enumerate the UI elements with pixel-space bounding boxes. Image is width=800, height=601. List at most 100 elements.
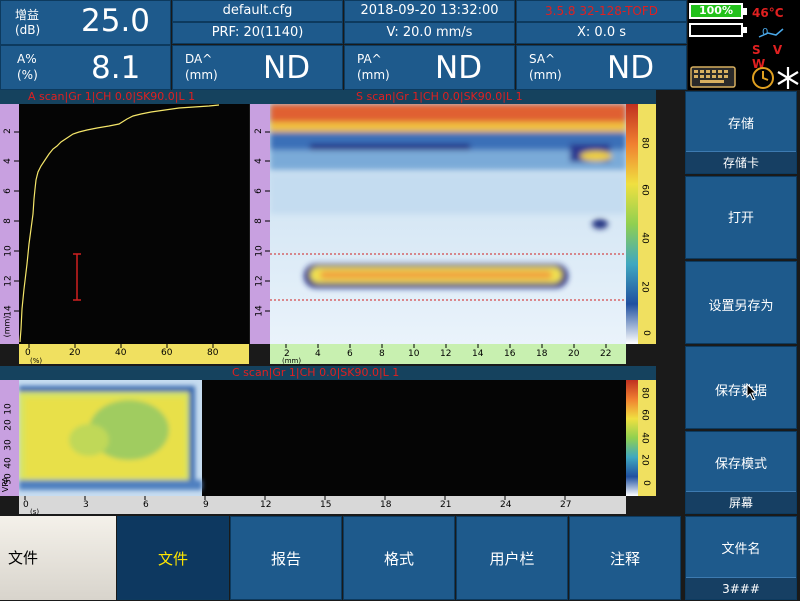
cscan-cbar-40: 40 bbox=[639, 432, 650, 444]
cscan-title-strip: C scan|Gr 1|CH 0.0|SK90.0|L 1 bbox=[0, 366, 656, 380]
velocity-cell: V: 20.0 mm/s bbox=[344, 22, 515, 44]
pa-value: ND bbox=[435, 50, 483, 86]
cscan-vtick-10: 10 bbox=[3, 403, 14, 415]
save-storage-sub: 存储卡 bbox=[686, 151, 796, 173]
cscan-vunit: VPA bbox=[1, 476, 11, 493]
save-as-label: 设置另存为 bbox=[708, 299, 774, 314]
cscan-htick-12: 12 bbox=[260, 500, 272, 510]
cscan-htick-0: 0 bbox=[23, 500, 29, 510]
mouse-cursor-icon bbox=[746, 383, 758, 401]
gain-cell[interactable]: 增益 (dB) 25.0 bbox=[0, 0, 171, 45]
file-name-button[interactable]: 文件名 3### bbox=[685, 516, 797, 600]
velocity-value: V: 20.0 mm/s bbox=[386, 25, 473, 40]
save-as-button[interactable]: 设置另存为 bbox=[685, 261, 797, 344]
sscan-vtick-6: 6 bbox=[253, 188, 264, 194]
save-label: 存储 bbox=[727, 117, 754, 132]
sscan-plot[interactable] bbox=[270, 104, 626, 344]
sscan-htick-4: 4 bbox=[315, 349, 321, 359]
cscan-htick-9: 9 bbox=[203, 500, 209, 510]
sscan-vtick-12: 12 bbox=[254, 275, 265, 287]
cscan-cbar-80: 80 bbox=[639, 387, 650, 399]
snowflake-icon[interactable] bbox=[776, 66, 800, 90]
tab-notes[interactable]: 注释 bbox=[569, 516, 681, 600]
cscan-htick-18: 18 bbox=[380, 500, 392, 510]
save-mode-sub: 屏幕 bbox=[686, 491, 796, 513]
file-name-label: 文件名 bbox=[721, 542, 761, 557]
sscan-title-strip: S scan|Gr 1|CH 0.0|SK90.0|L 1 bbox=[270, 90, 656, 104]
sscan-htick-10: 10 bbox=[408, 349, 420, 359]
sscan-hunit: (mm) bbox=[282, 357, 302, 365]
save-button[interactable]: 存储 存储卡 bbox=[685, 91, 797, 174]
sscan-cbar-20: 20 bbox=[639, 281, 650, 293]
sa-cell[interactable]: SA^ (mm) ND bbox=[516, 45, 687, 90]
sscan-cbar-0: 0 bbox=[640, 330, 651, 336]
tab-user-field[interactable]: 用户栏 bbox=[456, 516, 568, 600]
sscan-vtick-2: 2 bbox=[253, 128, 264, 134]
sa-value: ND bbox=[607, 50, 655, 86]
tab-report[interactable]: 报告 bbox=[230, 516, 342, 600]
sscan-htick-12: 12 bbox=[440, 349, 452, 359]
save-data-button[interactable]: 保存数据 bbox=[685, 346, 797, 429]
sscan-htick-20: 20 bbox=[568, 349, 580, 359]
battery-indicator: 100% bbox=[689, 3, 747, 19]
ascan-htick-40: 40 bbox=[115, 348, 127, 358]
prf-value: PRF: 20(1140) bbox=[211, 25, 304, 40]
tab-format[interactable]: 格式 bbox=[343, 516, 455, 600]
sscan-vtick-14: 14 bbox=[254, 305, 265, 317]
cscan-htick-15: 15 bbox=[320, 500, 332, 510]
ascan-htick-60: 60 bbox=[161, 348, 173, 358]
ascan-vtick-6: 6 bbox=[2, 188, 13, 194]
menu-title: 文件 bbox=[8, 549, 39, 567]
gain-label: 增益 bbox=[15, 8, 40, 22]
ascan-title: A scan|Gr 1|CH 0.0|SK90.0|L 1 bbox=[28, 90, 196, 103]
save-mode-button[interactable]: 保存模式 屏幕 bbox=[685, 431, 797, 514]
apct-value: 8.1 bbox=[91, 50, 141, 86]
tab-file[interactable]: 文件 bbox=[117, 516, 229, 600]
menu-title-area[interactable]: 文件 bbox=[0, 516, 116, 600]
cscan-htick-21: 21 bbox=[440, 500, 452, 510]
open-label: 打开 bbox=[727, 211, 754, 226]
ascan-vtick-8: 8 bbox=[2, 218, 13, 224]
datetime-cell: 2018-09-20 13:32:00 bbox=[344, 0, 515, 22]
sscan-htick-16: 16 bbox=[504, 349, 516, 359]
cscan-vtick-20: 20 bbox=[3, 419, 14, 431]
ascan-hunit: (%) bbox=[30, 357, 43, 365]
ascan-plot[interactable] bbox=[19, 104, 249, 344]
cscan-cbar-60: 60 bbox=[639, 409, 650, 421]
ascan-vtick-12: 12 bbox=[3, 275, 14, 287]
ascan-htick-20: 20 bbox=[69, 348, 81, 358]
ascan-vtick-10: 10 bbox=[3, 245, 14, 257]
version-cell: 3.5.8 32-128-TOFD bbox=[516, 0, 687, 22]
temperature-label: 46°C bbox=[752, 6, 784, 20]
open-button[interactable]: 打开 bbox=[685, 176, 797, 259]
sscan-cbar-80: 80 bbox=[639, 137, 650, 149]
config-file-name: default.cfg bbox=[222, 3, 293, 18]
cscan-htick-27: 27 bbox=[560, 500, 572, 510]
sscan-vtick-4: 4 bbox=[253, 158, 264, 164]
da-cell[interactable]: DA^ (mm) ND bbox=[172, 45, 343, 90]
version-value: 3.5.8 32-128-TOFD bbox=[545, 4, 658, 18]
prf-cell: PRF: 20(1140) bbox=[172, 22, 343, 44]
apct-cell[interactable]: A% (%) 8.1 bbox=[0, 45, 171, 90]
clock-icon[interactable] bbox=[751, 66, 775, 90]
cscan-htick-24: 24 bbox=[500, 500, 512, 510]
sscan-color-bar bbox=[626, 104, 638, 344]
sscan-title: S scan|Gr 1|CH 0.0|SK90.0|L 1 bbox=[356, 90, 523, 103]
sscan-htick-8: 8 bbox=[379, 349, 385, 359]
gain-value: 25.0 bbox=[81, 3, 151, 39]
cscan-vtick-30: 30 bbox=[3, 439, 14, 451]
ascan-title-strip: A scan|Gr 1|CH 0.0|SK90.0|L 1 bbox=[0, 90, 270, 104]
ascan-vtick-4: 4 bbox=[2, 158, 13, 164]
cscan-vtick-40: 40 bbox=[3, 457, 14, 469]
config-file-cell: default.cfg bbox=[172, 0, 343, 22]
pa-cell[interactable]: PA^ (mm) ND bbox=[344, 45, 515, 90]
sscan-htick-14: 14 bbox=[472, 349, 484, 359]
da-value: ND bbox=[263, 50, 311, 86]
pa-unit: (mm) bbox=[357, 68, 390, 82]
cscan-cbar-0: 0 bbox=[640, 480, 651, 486]
pa-label: PA^ bbox=[357, 52, 382, 66]
sscan-cbar-40: 40 bbox=[639, 232, 650, 244]
cscan-plot[interactable] bbox=[19, 380, 626, 496]
save-mode-label: 保存模式 bbox=[714, 457, 767, 472]
keyboard-icon[interactable] bbox=[690, 66, 736, 88]
